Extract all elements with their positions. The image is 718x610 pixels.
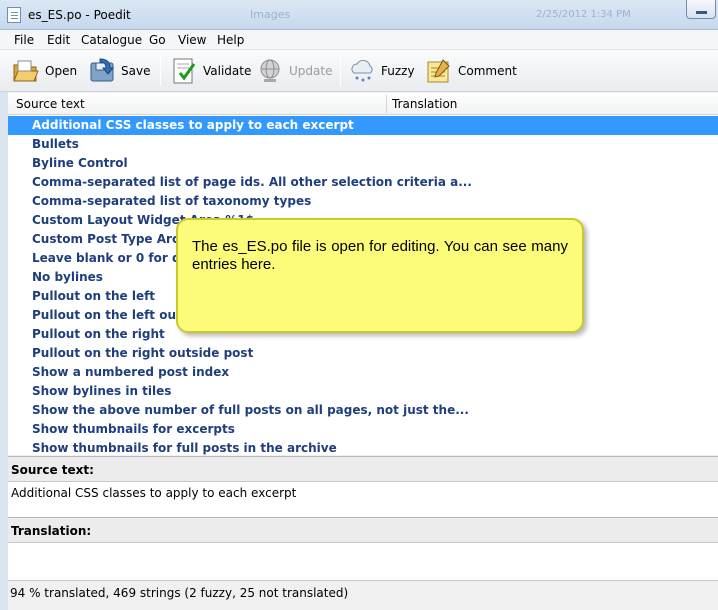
list-item[interactable]: Show thumbnails for full posts in the ar…: [8, 439, 718, 455]
source-text-header: Source text:: [8, 456, 718, 482]
status-text: 94 % translated, 469 strings (2 fuzzy, 2…: [10, 586, 349, 600]
open-label: Open: [45, 64, 78, 78]
translation-editor[interactable]: [8, 543, 718, 580]
menu-edit[interactable]: Edit: [47, 33, 70, 47]
validate-button[interactable]: Validate: [170, 55, 251, 87]
status-bar: 94 % translated, 469 strings (2 fuzzy, 2…: [8, 580, 718, 606]
title-bar: es_ES.po - Poedit Images 2/25/2012 1:34 …: [0, 0, 718, 30]
list-item[interactable]: Show a numbered post index: [8, 363, 718, 382]
background-timestamp: 2/25/2012 1:34 PM: [536, 9, 631, 20]
column-translation[interactable]: Translation: [392, 97, 457, 111]
background-window-title: Images: [250, 8, 291, 21]
list-item[interactable]: Show the above number of full posts on a…: [8, 401, 718, 420]
update-button[interactable]: Update: [256, 55, 332, 87]
fuzzy-button[interactable]: Fuzzy: [348, 55, 415, 87]
tutorial-callout: The es_ES.po file is open for editing. Y…: [176, 218, 584, 333]
save-button[interactable]: Save: [88, 55, 150, 87]
list-item[interactable]: Pullout on the right outside post: [8, 344, 718, 363]
menu-view[interactable]: View: [178, 33, 206, 47]
validate-checkmark-icon: [173, 58, 196, 84]
source-text-view[interactable]: Additional CSS classes to apply to each …: [8, 482, 718, 518]
folder-open-icon: [13, 60, 39, 82]
list-header: Source text Translation: [8, 93, 718, 115]
document-icon: [7, 7, 21, 23]
column-source-text[interactable]: Source text: [16, 97, 85, 111]
callout-text: The es_ES.po file is open for editing. Y…: [192, 238, 568, 273]
globe-update-icon: [260, 59, 280, 82]
save-label: Save: [121, 64, 151, 78]
list-item[interactable]: Bullets: [8, 135, 718, 154]
menu-bar: File Edit Catalogue Go View Help: [0, 30, 718, 50]
comment-label: Comment: [458, 64, 517, 78]
minimize-icon: [696, 11, 707, 14]
menu-catalogue[interactable]: Catalogue: [81, 33, 142, 47]
menu-file[interactable]: File: [14, 33, 34, 47]
translation-header: Translation:: [8, 517, 718, 543]
fuzzy-label: Fuzzy: [381, 64, 415, 78]
menu-go[interactable]: Go: [149, 33, 166, 47]
list-item[interactable]: Show bylines in tiles: [8, 382, 718, 401]
list-item[interactable]: Additional CSS classes to apply to each …: [8, 116, 718, 135]
translation-label: Translation:: [11, 524, 92, 538]
list-item[interactable]: Comma-separated list of page ids. All ot…: [8, 173, 718, 192]
list-item[interactable]: Show thumbnails for excerpts: [8, 420, 718, 439]
update-label: Update: [289, 64, 333, 78]
comment-notepad-icon: [427, 59, 450, 83]
toolbar: Open Save Validate Update Fuzzy Comment: [0, 50, 718, 92]
list-item[interactable]: Comma-separated list of taxonomy types: [8, 192, 718, 211]
window-frame: [0, 92, 8, 610]
column-divider[interactable]: [386, 95, 387, 113]
open-button[interactable]: Open: [12, 55, 77, 87]
source-text-label: Source text:: [11, 463, 94, 477]
cloud-fuzzy-icon: [351, 59, 373, 82]
list-item[interactable]: Byline Control: [8, 154, 718, 173]
source-text-value: Additional CSS classes to apply to each …: [11, 486, 297, 500]
toolbar-separator: [160, 56, 161, 86]
comment-button[interactable]: Comment: [425, 55, 517, 87]
menu-help[interactable]: Help: [217, 33, 244, 47]
validate-label: Validate: [203, 64, 252, 78]
save-disk-icon: [90, 58, 115, 82]
toolbar-separator: [340, 56, 341, 86]
window-title: es_ES.po - Poedit: [28, 8, 131, 22]
minimize-button[interactable]: [686, 0, 716, 19]
